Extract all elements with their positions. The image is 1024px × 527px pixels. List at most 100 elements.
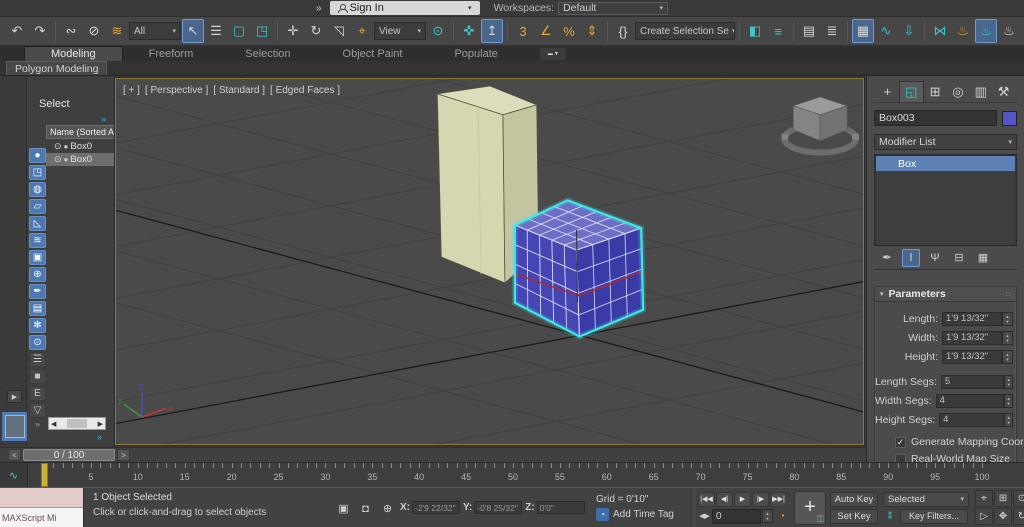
spinner-control[interactable]: ▲▼	[1002, 312, 1013, 326]
pan-button[interactable]: ✥	[994, 508, 1012, 525]
play-button[interactable]: ▶	[734, 492, 751, 507]
redo-button[interactable]: ↷	[29, 19, 51, 43]
parameter-value-field[interactable]: 4	[939, 413, 1004, 427]
reference-coordinate-system-dropdown[interactable]: View▾	[374, 22, 426, 40]
curve-editor-button[interactable]: ∿	[875, 19, 897, 43]
spinner-control[interactable]: ▲▼	[1002, 331, 1013, 345]
explorer-horizontal-scrollbar[interactable]: ◀ ▶	[48, 417, 106, 430]
spinner-control[interactable]: ▲▼	[1004, 375, 1013, 389]
selection-lock-toggle[interactable]: ◘	[358, 501, 373, 516]
ribbon-tab[interactable]: Populate	[428, 46, 523, 61]
tab-motion[interactable]: ◎	[946, 81, 969, 102]
schematic-view-button[interactable]: ⇩	[898, 19, 920, 43]
align-button[interactable]: ≡	[767, 19, 789, 43]
select-and-rotate-button[interactable]: ↻	[305, 19, 327, 43]
tab-hierarchy[interactable]: ⊞	[924, 81, 947, 102]
field-of-view-button[interactable]: ▷	[975, 508, 993, 525]
select-by-name-button[interactable]: ☰	[205, 19, 227, 43]
track-ruler[interactable]: 0510152025303540455055606570758085909510…	[28, 463, 1024, 487]
explorer-chevron-icon[interactable]: »	[35, 419, 40, 429]
add-time-tag[interactable]: ◔ Add Time Tag	[596, 508, 694, 521]
object-color-dot-icon[interactable]: ●	[64, 142, 69, 151]
menu-overflow-chevron-icon[interactable]: »	[316, 3, 322, 14]
modifier-stack[interactable]: Box	[874, 154, 1017, 246]
panel-expand-chevron-icon[interactable]: »	[101, 114, 106, 124]
previous-frame-slider-button[interactable]: <	[8, 449, 21, 461]
viewport-layout-tab[interactable]	[2, 412, 28, 441]
key-mode-toggle-button[interactable]: ◀▶	[698, 510, 711, 523]
object-color-swatch[interactable]	[1002, 111, 1017, 126]
next-frame-slider-button[interactable]: >	[117, 449, 130, 461]
previous-frame-button[interactable]: ◀|	[716, 492, 733, 507]
scene-explorer-row[interactable]: ⊙●Box0	[46, 140, 115, 153]
perspective-viewport[interactable]: [ + ][ Perspective ][ Standard ][ Edged …	[115, 78, 864, 445]
workspaces-dropdown[interactable]: Default ▾	[558, 2, 668, 15]
unlink-selection-button[interactable]: ⊘	[83, 19, 105, 43]
current-frame-field[interactable]: 0	[712, 509, 761, 524]
filter-button[interactable]: ▽	[29, 403, 46, 418]
display-containers-filter[interactable]: ▤	[29, 301, 46, 316]
zoom-button[interactable]: ⌖	[975, 490, 993, 507]
ribbon-tab[interactable]: Object Paint	[317, 46, 429, 61]
percent-snap-toggle-button[interactable]: %	[558, 19, 580, 43]
absolute-relative-coords-toggle[interactable]: ⊕	[380, 501, 395, 516]
parameter-value-field[interactable]: 1'9 13/32"	[942, 331, 1002, 345]
coordinate-value-field[interactable]: -0'8 25/32"	[474, 501, 522, 514]
parameter-value-field[interactable]: 4	[936, 394, 1004, 408]
snaps-toggle-button[interactable]: 3	[512, 19, 534, 43]
display-visibility-filter[interactable]: ⊙	[29, 335, 46, 350]
parameter-value-field[interactable]: 5	[941, 375, 1005, 389]
open-mini-curve-editor-button[interactable]: ∿	[0, 463, 28, 487]
ribbon-tab[interactable]: Modeling	[24, 46, 123, 61]
bind-to-space-warp-button[interactable]: ≋	[106, 19, 128, 43]
orbit-button[interactable]: ↻	[1013, 508, 1024, 525]
viewport-label-segment[interactable]: [ Perspective ]	[145, 85, 208, 96]
modifier-stack-row[interactable]: Box	[876, 156, 1015, 171]
polygon-modeling-panel-tab[interactable]: Polygon Modeling	[6, 61, 107, 75]
viewport-label-segment[interactable]: [ + ]	[123, 85, 140, 96]
select-and-move-button[interactable]: ✛	[282, 19, 304, 43]
toggle-ribbon-button[interactable]: ▦	[852, 19, 874, 43]
set-key-button[interactable]: Set Key	[830, 509, 878, 524]
named-selection-set-dropdown[interactable]: Create Selection Se▾	[635, 22, 735, 40]
display-lights-filter[interactable]: ◍	[29, 182, 46, 197]
select-and-scale-button[interactable]: ◹	[328, 19, 350, 43]
ribbon-tab[interactable]: Selection	[219, 46, 316, 61]
make-unique-button[interactable]: Ψ	[926, 249, 944, 267]
go-to-start-button[interactable]: |◀◀	[698, 492, 715, 507]
scrollbar-thumb[interactable]	[67, 419, 87, 428]
listener-pane[interactable]: MAXScript Mi	[0, 508, 83, 527]
checkbox-row[interactable]: ✓Generate Mapping Coords.	[895, 435, 1013, 449]
toggle-layer-explorer-button[interactable]: ≣	[821, 19, 843, 43]
scene-explorer-row[interactable]: ⊙●Box0	[46, 153, 115, 166]
window-crossing-toggle-button[interactable]: ◳	[251, 19, 273, 43]
show-end-result-button[interactable]: Ⅰ	[902, 249, 920, 267]
select-and-link-button[interactable]: ∾	[60, 19, 82, 43]
display-bones-filter[interactable]: ✒	[29, 284, 46, 299]
use-pivot-point-center-button[interactable]: ⊙	[427, 19, 449, 43]
list-view-button[interactable]: ☰	[29, 352, 46, 367]
display-shapes-filter[interactable]: ◳	[29, 165, 46, 180]
next-frame-button[interactable]: |▶	[752, 492, 769, 507]
view-cube[interactable]	[781, 97, 859, 153]
object-color-dot-icon[interactable]: ●	[64, 155, 69, 164]
go-to-end-button[interactable]: ▶▶|	[770, 492, 787, 507]
display-helpers-filter[interactable]: ◺	[29, 216, 46, 231]
select-and-manipulate-button[interactable]: ✜	[458, 19, 480, 43]
viewport-label-segment[interactable]: [ Standard ]	[213, 85, 265, 96]
key-filters-button[interactable]: Key Filters...	[900, 509, 968, 524]
visibility-eye-icon[interactable]: ⊙	[54, 141, 62, 152]
named-selection-sets-button[interactable]: {}	[612, 19, 634, 43]
viewport-canvas[interactable]: x y z	[116, 79, 863, 444]
spinner-control[interactable]: ▲▼	[1002, 350, 1013, 364]
parameter-value-field[interactable]: 1'9 13/32"	[942, 350, 1002, 364]
display-groups-filter[interactable]: ▣	[29, 250, 46, 265]
render-setup-button[interactable]: ♨	[952, 19, 974, 43]
parameter-value-field[interactable]: 1'9 13/32"	[942, 312, 1002, 326]
rendered-frame-window-button[interactable]: ♨	[975, 19, 997, 43]
display-geometry-filter[interactable]: ●	[29, 148, 46, 163]
explorer-column-header[interactable]: Name (Sorted A	[46, 125, 115, 139]
coordinate-value-field[interactable]: 0'0"	[537, 501, 585, 514]
select-and-place-button[interactable]: ⌖	[351, 19, 373, 43]
frame-spinner[interactable]: ▲▼	[762, 509, 773, 523]
